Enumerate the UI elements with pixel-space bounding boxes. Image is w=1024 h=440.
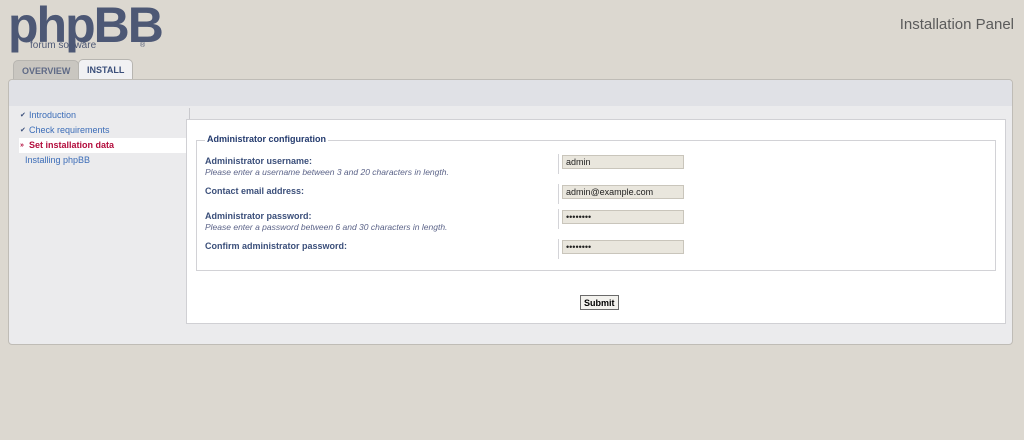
sidebar: ✔ Introduction ✔ Check requirements » Se… bbox=[19, 108, 190, 170]
tab-overview[interactable]: OVERVIEW bbox=[13, 60, 80, 80]
sidebar-item-label: Check requirements bbox=[29, 125, 110, 135]
admin-username-input[interactable] bbox=[562, 155, 684, 169]
current-step-arrow-icon: » bbox=[20, 142, 24, 149]
fieldset-legend: Administrator configuration bbox=[205, 134, 328, 144]
field-row-password: Administrator password: Please enter a p… bbox=[205, 209, 985, 232]
field-row-confirm-password: Confirm administrator password: bbox=[205, 239, 985, 259]
page-title: Installation Panel bbox=[899, 16, 1014, 33]
sidebar-item-label: Introduction bbox=[29, 110, 77, 120]
admin-config-fieldset: Administrator configuration Administrato… bbox=[196, 134, 996, 271]
logo-subtitle: forum software bbox=[30, 40, 97, 51]
field-row-email: Contact email address: bbox=[205, 184, 985, 204]
admin-password-input[interactable] bbox=[562, 210, 684, 224]
field-divider bbox=[558, 209, 559, 229]
sidebar-item-installing-phpbb[interactable]: Installing phpBB bbox=[19, 153, 189, 168]
field-divider bbox=[558, 184, 559, 204]
contact-email-input[interactable] bbox=[562, 185, 684, 199]
field-divider bbox=[558, 239, 559, 259]
tab-install[interactable]: INSTALL bbox=[78, 59, 134, 81]
confirm-password-input[interactable] bbox=[562, 240, 684, 254]
field-divider bbox=[558, 154, 559, 174]
registered-mark: ® bbox=[140, 42, 146, 49]
sidebar-item-check-requirements[interactable]: ✔ Check requirements bbox=[19, 123, 189, 138]
sidebar-item-label: Set installation data bbox=[29, 140, 115, 150]
checkmark-icon: ✔ bbox=[20, 127, 26, 134]
checkmark-icon: ✔ bbox=[20, 112, 26, 119]
field-row-username: Administrator username: Please enter a u… bbox=[205, 154, 985, 177]
sidebar-item-introduction[interactable]: ✔ Introduction bbox=[19, 108, 189, 123]
main-panel: ✔ Introduction ✔ Check requirements » Se… bbox=[8, 79, 1013, 345]
sidebar-item-set-installation-data[interactable]: » Set installation data bbox=[19, 138, 189, 153]
sidebar-item-label: Installing phpBB bbox=[25, 155, 91, 165]
panel-header-band bbox=[9, 80, 1012, 106]
submit-button[interactable]: Submit bbox=[580, 295, 619, 310]
phpbb-logo: phpBB forum software ® bbox=[8, 0, 164, 56]
content-area: Administrator configuration Administrato… bbox=[186, 119, 1006, 324]
